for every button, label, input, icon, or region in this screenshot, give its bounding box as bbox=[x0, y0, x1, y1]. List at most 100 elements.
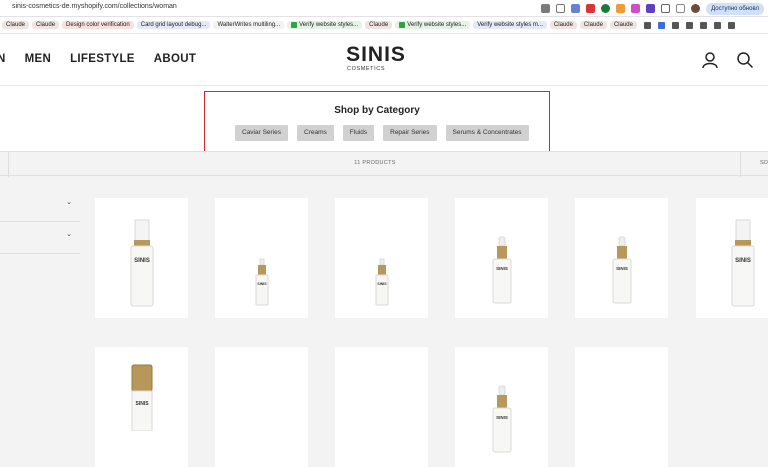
extension-icon[interactable] bbox=[646, 4, 656, 13]
bookmark-folder-icon[interactable] bbox=[727, 21, 735, 29]
bookmark-item[interactable]: Claude bbox=[549, 21, 577, 29]
product-card[interactable]: SINIS bbox=[455, 198, 548, 318]
bookmark-item[interactable]: WalterWrites multiling... bbox=[213, 21, 285, 29]
account-icon[interactable] bbox=[701, 51, 719, 69]
extension-icon[interactable] bbox=[601, 4, 611, 13]
category-button-repair-series[interactable]: Repair Series bbox=[383, 125, 437, 141]
bookmark-item[interactable]: Claude bbox=[32, 21, 60, 29]
bookmark-label: Claude bbox=[553, 22, 573, 28]
svg-text:SINIS: SINIS bbox=[496, 415, 508, 420]
bookmarks-bar: Claude Claude Design color verification Car… bbox=[0, 17, 768, 34]
product-card[interactable]: SINIS bbox=[575, 198, 668, 318]
filter-dropdown[interactable]: ⌄ bbox=[0, 222, 80, 254]
checkmark-icon bbox=[399, 22, 406, 28]
chevron-down-icon: ⌄ bbox=[66, 199, 72, 206]
avatar[interactable] bbox=[691, 4, 701, 13]
product-image[interactable]: SINIS bbox=[127, 361, 157, 436]
puzzle-icon[interactable] bbox=[661, 4, 671, 13]
nav-item-lifestyle[interactable]: LIFESTYLE bbox=[70, 53, 135, 65]
logo-subtitle: COSMETICS bbox=[347, 66, 386, 72]
address-bar[interactable]: sinis-cosmetics-de.myshopify.com/collect… bbox=[12, 3, 177, 10]
bookmark-label: Claude bbox=[36, 22, 56, 28]
product-image[interactable]: SINIS bbox=[490, 385, 514, 460]
bookmark-item[interactable]: Verify website styles... bbox=[395, 21, 471, 29]
bookmark-label: Verify website styles... bbox=[299, 22, 359, 28]
bookmark-label: Claude bbox=[583, 22, 603, 28]
product-image[interactable]: SINIS bbox=[728, 218, 758, 313]
update-button[interactable]: Доступно обновл bbox=[706, 2, 764, 15]
bookmark-label: Card grid layout debug... bbox=[140, 22, 207, 28]
search-icon[interactable] bbox=[736, 51, 754, 69]
product-card[interactable]: SINIS bbox=[696, 198, 768, 318]
bookmark-item[interactable]: Verify website styles m... bbox=[473, 21, 547, 29]
category-highlight-box: Shop by Category Caviar Series Creams Fl… bbox=[204, 91, 550, 153]
bookmark-item[interactable]: Claude bbox=[2, 21, 30, 29]
svg-text:SINIS: SINIS bbox=[496, 266, 508, 271]
extension-icon[interactable] bbox=[616, 4, 626, 13]
product-image[interactable]: SINIS bbox=[127, 218, 157, 313]
category-button-creams[interactable]: Creams bbox=[297, 125, 334, 141]
bookmark-item[interactable]: Card grid layout debug... bbox=[136, 21, 211, 29]
bookmark-label: Verify website styles... bbox=[407, 22, 467, 28]
category-button-serums[interactable]: Serums & Concentrates bbox=[445, 125, 529, 141]
collection-toolbar: 11 PRODUCTS SO bbox=[0, 151, 768, 177]
product-image[interactable]: SINIS bbox=[610, 236, 634, 311]
product-card[interactable]: SINIS bbox=[95, 198, 188, 318]
bookmark-folder-icon[interactable] bbox=[643, 21, 651, 29]
bookmark-folder-icon[interactable] bbox=[685, 21, 693, 29]
extension-icon[interactable] bbox=[571, 4, 581, 13]
bookmark-label: WalterWrites multiling... bbox=[217, 22, 281, 28]
product-card[interactable]: SINIS bbox=[335, 198, 428, 318]
bookmark-item[interactable]: Claude bbox=[579, 21, 607, 29]
svg-text:SINIS: SINIS bbox=[134, 258, 150, 264]
bookmark-label: Design color verification bbox=[66, 22, 130, 28]
svg-text:SINIS: SINIS bbox=[377, 282, 387, 286]
bookmark-label: Claude bbox=[369, 22, 389, 28]
filter-dropdown[interactable]: ⌄ bbox=[0, 190, 80, 222]
bookmark-folder-icon[interactable] bbox=[671, 21, 679, 29]
site-logo[interactable]: SINIS COSMETICS bbox=[346, 44, 406, 73]
bookmark-item[interactable]: Claude bbox=[609, 21, 637, 29]
site-header: N MEN LIFESTYLE ABOUT SINIS COSMETICS bbox=[0, 34, 768, 86]
category-section: Shop by Category Caviar Series Creams Fl… bbox=[0, 86, 768, 153]
extension-icons: Доступно обновл bbox=[541, 1, 768, 16]
sort-dropdown[interactable]: SO bbox=[760, 160, 768, 166]
bookmark-item[interactable]: Verify website styles... bbox=[287, 21, 363, 29]
product-count: 11 PRODUCTS bbox=[354, 160, 396, 166]
star-icon[interactable] bbox=[556, 4, 566, 13]
filter-sidebar: ⌄ ⌄ bbox=[0, 190, 80, 254]
product-card[interactable]: SINIS bbox=[95, 347, 188, 467]
product-image[interactable]: SINIS bbox=[372, 258, 392, 313]
product-image[interactable]: SINIS bbox=[490, 236, 514, 311]
extension-icon[interactable] bbox=[631, 4, 641, 13]
checkmark-icon bbox=[291, 22, 298, 28]
chevron-down-icon: ⌄ bbox=[66, 231, 72, 238]
bookmark-folder-icon[interactable] bbox=[699, 21, 707, 29]
svg-text:SINIS: SINIS bbox=[616, 266, 628, 271]
translate-icon[interactable] bbox=[541, 4, 551, 13]
bookmark-folder-icon[interactable] bbox=[657, 21, 665, 29]
category-title: Shop by Category bbox=[334, 105, 420, 116]
extension-icon[interactable] bbox=[586, 4, 596, 13]
bookmark-item[interactable]: Claude bbox=[365, 21, 393, 29]
category-buttons: Caviar Series Creams Fluids Repair Serie… bbox=[235, 125, 529, 141]
bookmark-label: Claude bbox=[613, 22, 633, 28]
nav-item-women[interactable]: N bbox=[0, 53, 6, 65]
product-card[interactable]: SINIS bbox=[455, 347, 548, 467]
bookmark-folder-icon[interactable] bbox=[713, 21, 721, 29]
svg-text:SINIS: SINIS bbox=[257, 282, 267, 286]
bookmark-item[interactable]: Design color verification bbox=[62, 21, 134, 29]
product-card[interactable] bbox=[335, 347, 428, 467]
category-button-caviar-series[interactable]: Caviar Series bbox=[235, 125, 289, 141]
bookmark-label: Verify website styles m... bbox=[477, 22, 543, 28]
product-card[interactable] bbox=[215, 347, 308, 467]
browser-toolbar: sinis-cosmetics-de.myshopify.com/collect… bbox=[0, 0, 768, 17]
product-card[interactable]: SINIS bbox=[215, 198, 308, 318]
category-button-fluids[interactable]: Fluids bbox=[342, 125, 375, 141]
nav-item-about[interactable]: ABOUT bbox=[154, 53, 196, 65]
product-card[interactable] bbox=[575, 347, 668, 467]
main-nav: N MEN LIFESTYLE ABOUT bbox=[0, 53, 196, 65]
nav-item-men[interactable]: MEN bbox=[25, 53, 51, 65]
product-image[interactable]: SINIS bbox=[252, 258, 272, 313]
sidebar-icon[interactable] bbox=[676, 4, 686, 13]
